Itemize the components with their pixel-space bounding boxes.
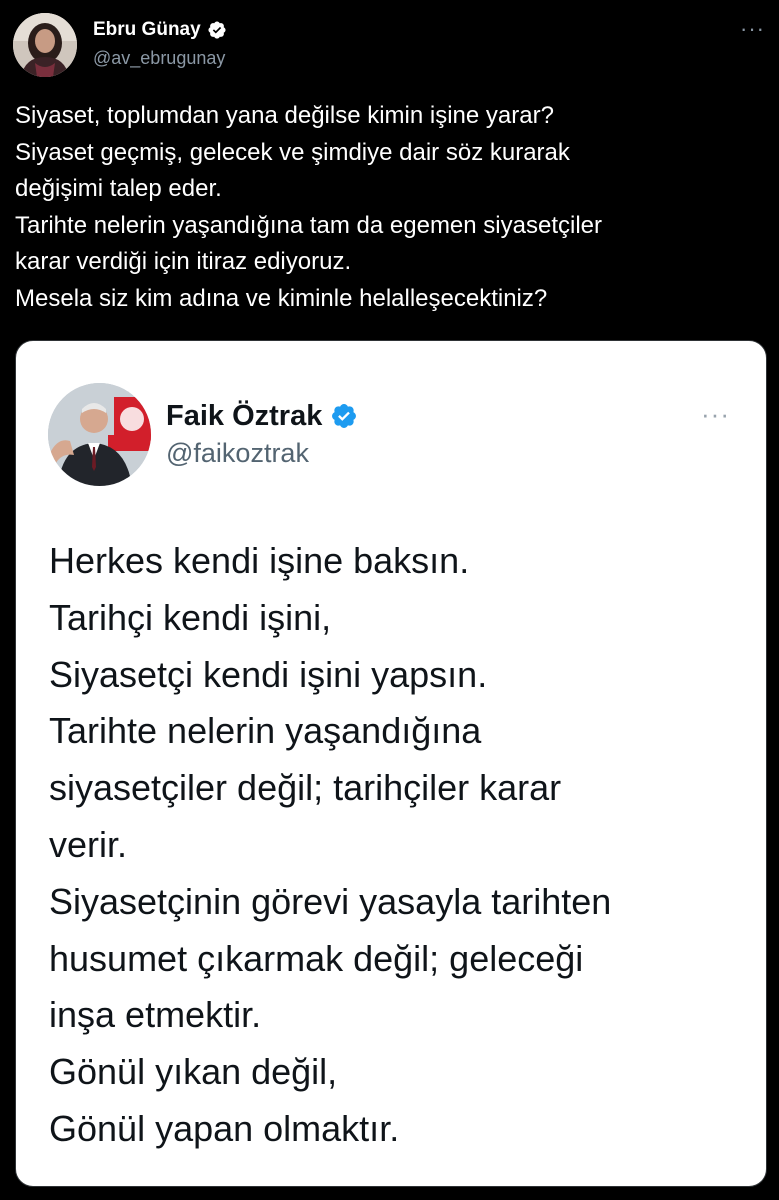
tweet: Ebru Günay @av_ebrugunay ··· Siyaset, to…: [0, 0, 779, 1200]
avatar[interactable]: [13, 13, 77, 77]
quoted-text-line: inşa etmektir.: [49, 994, 262, 1036]
quoted-author-handle[interactable]: @faikoztrak: [166, 437, 309, 469]
quoted-text-line: Siyasetçinin görevi yasayla tarihten: [49, 880, 612, 922]
tweet-text-line: karar verdiği için itiraz ediyoruz.: [15, 248, 352, 275]
author-name[interactable]: Ebru Günay: [93, 18, 201, 42]
tweet-text-line: Mesela siz kim adına ve kiminle helalleş…: [15, 284, 548, 312]
tweet-text-line: değişimi talep eder.: [15, 175, 222, 202]
quoted-tweet-card[interactable]: Faik Öztrak @faikoztrak ··· Herkes kendi…: [15, 340, 767, 1187]
quoted-avatar-image: [48, 383, 151, 486]
quoted-text-line: verir.: [49, 823, 128, 865]
avatar-image: [13, 13, 77, 77]
quoted-text-line: husumet çıkarmak değil; geleceği: [49, 937, 584, 979]
quoted-text-line: Herkes kendi işine baksın.: [49, 540, 470, 581]
quoted-author-name[interactable]: Faik Öztrak: [166, 399, 322, 433]
quoted-tweet-text: Herkes kendi işine baksın. Tarihçi kendi…: [49, 533, 749, 1158]
tweet-text-line: Tarihte nelerin yaşandığına tam da egeme…: [15, 211, 602, 239]
quoted-text-line: Gönül yapan olmaktır.: [49, 1107, 400, 1149]
quoted-text-line: Siyasetçi kendi işini yapsın.: [49, 653, 488, 695]
tweet-text-line: Siyaset geçmiş, gelecek ve şimdiye dair …: [15, 138, 570, 166]
verified-badge-icon: [330, 402, 358, 430]
tweet-text: Siyaset, toplumdan yana değilse kimin iş…: [15, 98, 765, 317]
quoted-author-name-row[interactable]: Faik Öztrak: [166, 399, 358, 433]
more-horizontal-icon[interactable]: ···: [740, 18, 765, 40]
quoted-text-line: Tarihte nelerin yaşandığına: [49, 710, 482, 752]
quoted-text-line: Gönül yıkan değil,: [49, 1051, 338, 1093]
quoted-text-line: Tarihçi kendi işini,: [49, 596, 332, 638]
author-handle[interactable]: @av_ebrugunay: [93, 47, 225, 69]
more-horizontal-icon[interactable]: ···: [701, 401, 730, 427]
author-name-row[interactable]: Ebru Günay: [93, 18, 227, 42]
quoted-text-line: siyasetçiler değil; tarihçiler karar: [49, 767, 562, 809]
verified-badge-icon: [207, 20, 227, 40]
quoted-avatar[interactable]: [48, 383, 151, 486]
tweet-text-line: Siyaset, toplumdan yana değilse kimin iş…: [15, 102, 554, 129]
